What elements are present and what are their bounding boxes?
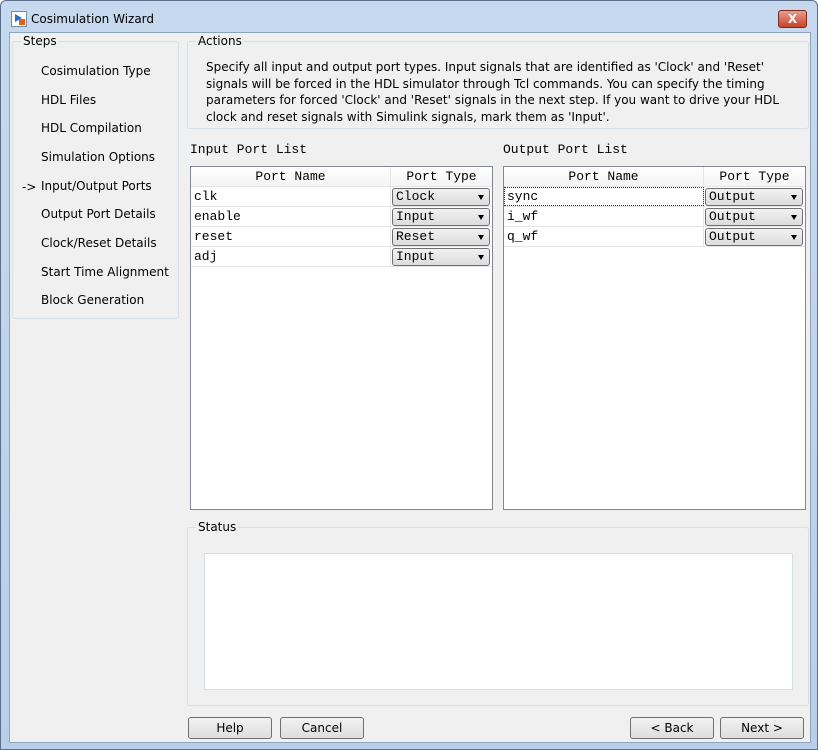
port-type-value: Clock	[396, 189, 436, 204]
port-type-dropdown[interactable]: Output	[705, 208, 803, 226]
port-type-value: Output	[709, 209, 756, 224]
cancel-button[interactable]: Cancel	[280, 717, 364, 739]
port-name-cell[interactable]: q_wf	[504, 227, 704, 246]
table-row: sync Output	[504, 187, 805, 207]
close-button[interactable]: X	[778, 10, 807, 28]
step-hdl-compilation[interactable]: HDL Compilation	[41, 121, 142, 135]
column-header-port-name[interactable]: Port Name	[191, 167, 391, 186]
table-row: i_wf Output	[504, 207, 805, 227]
app-icon	[11, 11, 27, 27]
step-start-time-alignment[interactable]: Start Time Alignment	[41, 265, 169, 279]
table-row: q_wf Output	[504, 227, 805, 247]
input-port-table: Port Name Port Type clk Clock enable Input…	[190, 166, 493, 510]
actions-panel: Actions Specify all input and output por…	[187, 34, 809, 129]
window-title: Cosimulation Wizard	[31, 12, 155, 26]
chevron-down-icon	[791, 215, 797, 220]
actions-description: Specify all input and output port types.…	[206, 60, 780, 124]
column-header-port-type[interactable]: Port Type	[391, 167, 492, 186]
next-button[interactable]: Next >	[720, 717, 804, 739]
step-simulation-options[interactable]: Simulation Options	[41, 150, 155, 164]
port-type-value: Output	[709, 229, 756, 244]
port-type-value: Output	[709, 189, 756, 204]
status-text-area	[204, 553, 793, 690]
port-name-cell[interactable]: sync	[504, 187, 704, 206]
chevron-down-icon	[791, 235, 797, 240]
step-input-output-ports[interactable]: Input/Output Ports	[41, 179, 152, 193]
column-header-port-name[interactable]: Port Name	[504, 167, 704, 186]
port-type-value: Reset	[396, 229, 436, 244]
port-type-value: Input	[396, 249, 436, 264]
column-header-port-type[interactable]: Port Type	[704, 167, 805, 186]
port-type-dropdown[interactable]: Input	[392, 208, 490, 226]
back-button[interactable]: < Back	[630, 717, 714, 739]
output-port-table: Port Name Port Type sync Output i_wf Outpu…	[503, 166, 806, 510]
chevron-down-icon	[478, 195, 484, 200]
actions-label: Actions	[196, 34, 244, 48]
steps-label: Steps	[21, 34, 59, 48]
chevron-down-icon	[478, 215, 484, 220]
port-name-cell[interactable]: adj	[191, 247, 391, 266]
port-type-dropdown[interactable]: Reset	[392, 228, 490, 246]
port-type-dropdown[interactable]: Output	[705, 188, 803, 206]
chevron-down-icon	[791, 195, 797, 200]
step-output-port-details[interactable]: Output Port Details	[41, 207, 156, 221]
port-type-dropdown[interactable]: Clock	[392, 188, 490, 206]
port-type-dropdown[interactable]: Output	[705, 228, 803, 246]
step-block-generation[interactable]: Block Generation	[41, 293, 144, 307]
status-label: Status	[196, 520, 239, 534]
step-cosimulation-type[interactable]: Cosimulation Type	[41, 64, 151, 78]
table-row: adj Input	[191, 247, 492, 267]
chevron-down-icon	[478, 235, 484, 240]
step-clock-reset-details[interactable]: Clock/Reset Details	[41, 236, 157, 250]
port-type-value: Input	[396, 209, 436, 224]
table-row: enable Input	[191, 207, 492, 227]
cosimulation-wizard-window: Cosimulation Wizard X Steps -> Cosimulat…	[0, 0, 818, 750]
table-row: reset Reset	[191, 227, 492, 247]
port-type-dropdown[interactable]: Input	[392, 248, 490, 266]
port-name-cell[interactable]: i_wf	[504, 207, 704, 226]
step-hdl-files[interactable]: HDL Files	[41, 93, 96, 107]
status-panel: Status	[187, 520, 809, 706]
wizard-body: Steps -> Cosimulation Type HDL Files HDL…	[9, 32, 811, 743]
input-port-list-label: Input Port List	[190, 142, 308, 157]
port-name-cell[interactable]: reset	[191, 227, 391, 246]
help-button[interactable]: Help	[188, 717, 272, 739]
current-step-marker: ->	[22, 180, 37, 194]
port-name-cell[interactable]: clk	[191, 187, 391, 206]
table-row: clk Clock	[191, 187, 492, 207]
output-port-list-label: Output Port List	[503, 142, 628, 157]
port-name-cell[interactable]: enable	[191, 207, 391, 226]
steps-panel: Steps -> Cosimulation Type HDL Files HDL…	[12, 34, 179, 319]
chevron-down-icon	[478, 255, 484, 260]
